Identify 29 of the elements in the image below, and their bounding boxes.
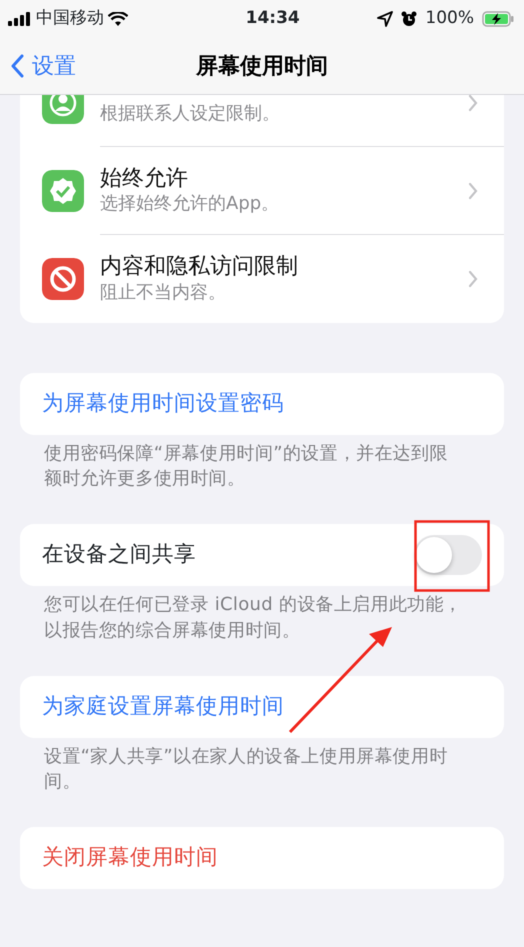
signal-icon: [8, 12, 32, 26]
menu-row[interactable]: 内容和隐私访问限制 阻止不当内容。: [20, 235, 504, 323]
footer-note: 设置“家人共享”以在家人的设备上使用屏幕使用时间。: [44, 744, 449, 794]
footer-note: 使用密码保障“屏幕使用时间”的设置，并在达到限额时允许更多使用时间。: [44, 442, 449, 492]
back-button[interactable]: 设置: [10, 50, 76, 82]
location-icon: [377, 11, 394, 27]
footer-note: 您可以在任何已登录 iCloud 的设备上启用此功能，以报告您的综合屏幕使用时间。: [44, 593, 463, 643]
row-subtitle: 根据联系人设定限制。: [100, 102, 281, 126]
chevron-icon: [468, 182, 478, 200]
battery-percent: 100%: [425, 7, 474, 30]
alarm-icon: [401, 11, 418, 27]
link-button[interactable]: 为家庭设置屏幕使用时间: [20, 676, 504, 738]
link-button[interactable]: 为屏幕使用时间设置密码: [20, 373, 504, 435]
row-subtitle: 阻止不当内容。: [100, 280, 227, 304]
row-subtitle: 选择始终允许的App。: [100, 192, 280, 216]
row-title: 内容和隐私访问限制: [100, 254, 299, 280]
menu-row[interactable]: 始终允许 选择始终允许的App。: [20, 147, 504, 235]
destructive-button[interactable]: 关闭屏幕使用时间: [20, 827, 504, 890]
wifi-icon: [108, 12, 128, 26]
row-title: 始终允许: [100, 166, 189, 192]
toggle-label: 在设备之间共享: [42, 541, 196, 570]
carrier-name: 中国移动: [36, 7, 104, 30]
status-time: 14:34: [246, 7, 300, 30]
menu-row[interactable]: 根据联系人设定限制。: [20, 95, 504, 147]
chevron-icon: [468, 270, 478, 288]
toggle-switch[interactable]: [414, 535, 482, 576]
back-chevron-icon: [10, 54, 24, 78]
screen-title: 屏幕使用时间: [196, 52, 328, 80]
chevron-icon: [468, 95, 478, 112]
